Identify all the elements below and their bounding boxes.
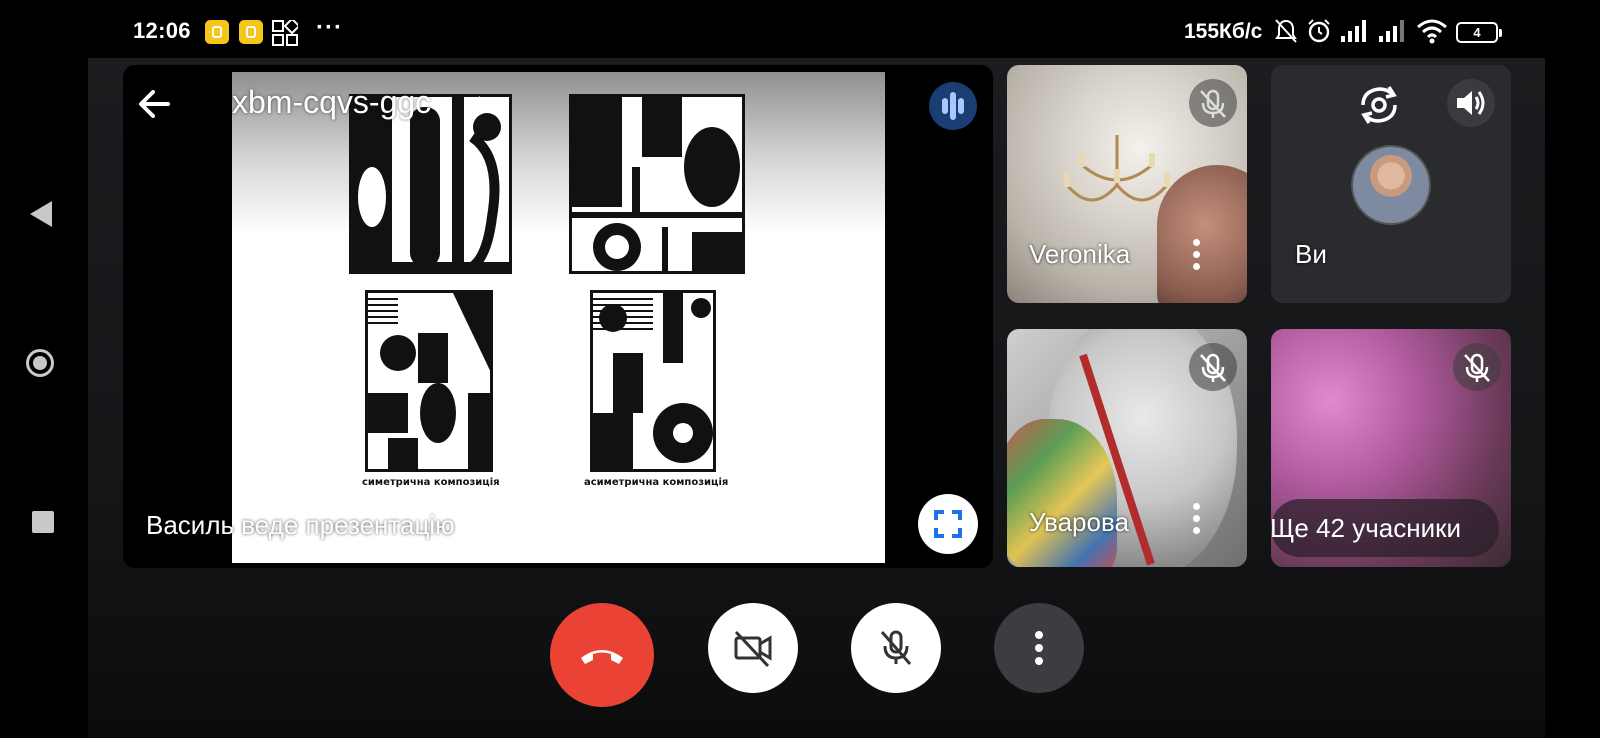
end-call-button[interactable] [550, 603, 654, 707]
fullscreen-button[interactable] [918, 494, 978, 554]
network-speed: 155Кб/с [1184, 20, 1263, 43]
participant-tile-self: Ви [1271, 65, 1511, 303]
more-vert-icon [1035, 631, 1043, 665]
status-time: 12:06 [133, 18, 191, 43]
mic-off-icon [880, 630, 912, 665]
mic-off-badge [1189, 343, 1237, 391]
participant-menu-button[interactable] [1193, 503, 1201, 537]
battery-level: 4 [1473, 25, 1481, 40]
fullscreen-icon [934, 510, 962, 538]
participant-tile-veronika[interactable]: Veronika [1007, 65, 1247, 303]
status-bar: 12:06 ··· 155Кб/с 4 [0, 0, 1600, 58]
artwork-image [569, 94, 745, 274]
back-arrow-icon[interactable] [136, 86, 172, 122]
artwork-image [349, 94, 512, 274]
notification-icon [239, 20, 263, 44]
more-dots-icon: ··· [316, 14, 343, 41]
speaking-indicator-icon [929, 82, 977, 130]
mic-off-badge [1189, 79, 1237, 127]
mute-bell-icon [1275, 19, 1297, 43]
alarm-icon [1308, 19, 1330, 43]
mic-off-icon [1200, 353, 1226, 382]
participant-menu-button[interactable] [1193, 239, 1201, 273]
video-feed [1157, 165, 1247, 303]
notification-icon [205, 20, 229, 44]
more-options-button[interactable] [994, 603, 1084, 693]
speaker-icon [1457, 91, 1485, 115]
participant-name: Veronika [1029, 239, 1131, 269]
camera-off-icon [734, 630, 772, 668]
wifi-icon [1417, 19, 1447, 44]
system-home-button[interactable] [26, 349, 54, 377]
system-recents-button[interactable] [32, 511, 54, 533]
mic-toggle-button[interactable] [851, 603, 941, 693]
meeting-code[interactable]: xbm-cqvs-ggc [232, 84, 431, 121]
artwork-image [365, 290, 493, 472]
battery-icon: 4 [1456, 22, 1502, 43]
participant-tile-uvarova[interactable]: Уварова [1007, 329, 1247, 567]
mic-off-badge [1453, 343, 1501, 391]
system-back-button[interactable] [30, 201, 52, 227]
mic-off-icon [1200, 89, 1226, 118]
slide-caption: асиметрична композиція [584, 477, 729, 488]
presentation-slide: симетрична композиція асиметрична композ… [232, 72, 885, 563]
camera-toggle-button[interactable] [708, 603, 798, 693]
mic-off-icon [1464, 353, 1490, 382]
signal-icon [1341, 20, 1366, 42]
speaker-button[interactable] [1447, 79, 1495, 127]
participant-name: Уварова [1029, 507, 1129, 537]
participant-name: Ви [1295, 239, 1327, 269]
phone-hangup-icon [581, 650, 623, 664]
slide-caption: симетрична композиція [362, 477, 500, 488]
avatar [1351, 145, 1431, 225]
chevron-right-icon[interactable] [479, 96, 489, 112]
artwork-image [590, 290, 716, 472]
switch-camera-icon[interactable] [1355, 81, 1403, 129]
more-participants-label[interactable]: Ще 42 учасники [1270, 513, 1461, 544]
apps-icon [272, 20, 298, 46]
presenter-label: Василь веде презентацію [146, 510, 455, 540]
signal-icon [1379, 20, 1404, 42]
